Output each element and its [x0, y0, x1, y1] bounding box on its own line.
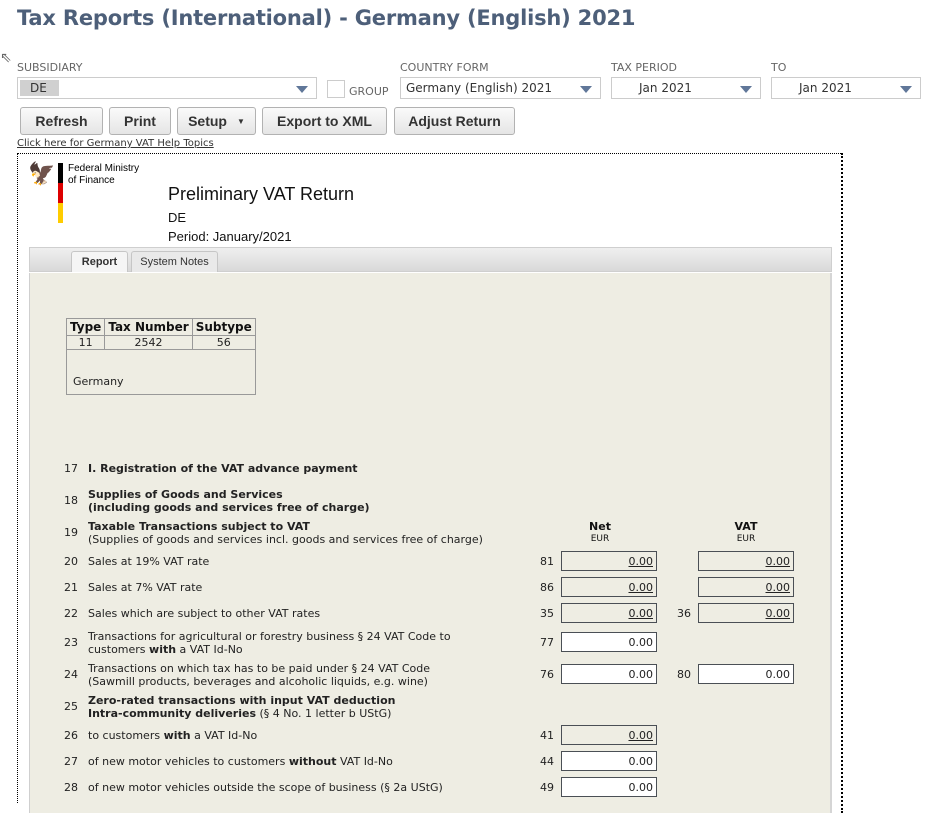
chevron-down-icon — [900, 86, 912, 93]
line-22-net-field[interactable]: 0.00 — [561, 603, 657, 623]
subsidiary-value: DE — [20, 80, 59, 96]
box-number: 77 — [540, 636, 554, 649]
report-subsidiary: DE — [168, 210, 187, 225]
tab-report[interactable]: Report — [71, 251, 128, 272]
adjust-return-button[interactable]: Adjust Return — [394, 107, 515, 135]
page-title: Tax Reports (International) - Germany (E… — [17, 6, 636, 30]
line-28-net-input[interactable]: 0.00 — [561, 777, 657, 797]
box-number: 44 — [540, 755, 554, 768]
line-number: 18 — [64, 494, 78, 507]
line-17-text: I. Registration of the VAT advance payme… — [88, 462, 358, 475]
box-number: 86 — [540, 581, 554, 594]
net-column-header: Net EUR — [589, 520, 611, 544]
line-number: 26 — [64, 729, 78, 742]
box-number: 41 — [540, 729, 554, 742]
chevron-down-icon — [580, 86, 592, 93]
box-number: 81 — [540, 555, 554, 568]
subsidiary-select[interactable]: DE — [17, 77, 317, 99]
caret-down-icon: ▼ — [236, 117, 245, 127]
print-button[interactable]: Print — [109, 107, 171, 135]
vat-column-header: VAT EUR — [734, 520, 758, 544]
line-number: 28 — [64, 781, 78, 794]
tab-system-notes[interactable]: System Notes — [131, 251, 218, 272]
country-form-label: COUNTRY FORM — [400, 61, 489, 74]
box-number: 35 — [540, 607, 554, 620]
line-23-text: Transactions for agricultural or forestr… — [88, 630, 451, 656]
group-label: GROUP — [349, 85, 389, 98]
federal-eagle-icon: 🦅 — [28, 162, 56, 187]
line-number: 19 — [64, 526, 78, 539]
ministry-name: Federal Ministry of Finance — [68, 163, 140, 186]
line-28-text: of new motor vehicles outside the scope … — [88, 781, 443, 794]
help-topics-link[interactable]: Click here for Germany VAT Help Topics — [17, 138, 214, 149]
line-21-net-field[interactable]: 0.00 — [561, 577, 657, 597]
to-period-select[interactable]: Jan 2021 — [771, 77, 921, 99]
line-number: 17 — [64, 462, 78, 475]
tax-number-value: 2542 — [104, 335, 193, 350]
line-19-text: Taxable Transactions subject to VAT (Sup… — [88, 520, 483, 546]
tax-id-table: Type Tax Number Subtype 11 2542 56 Germa… — [65, 318, 256, 395]
german-flag-bar — [58, 163, 63, 223]
line-22-text: Sales which are subject to other VAT rat… — [88, 607, 321, 620]
line-27-text: of new motor vehicles to customers witho… — [88, 755, 393, 768]
line-21-vat-field[interactable]: 0.00 — [698, 577, 794, 597]
refresh-button[interactable]: Refresh — [20, 107, 103, 135]
tax-period-select[interactable]: Jan 2021 — [611, 77, 761, 99]
setup-label: Setup — [188, 113, 227, 129]
tax-number-header: Tax Number — [104, 318, 193, 336]
line-20-text: Sales at 19% VAT rate — [88, 555, 210, 568]
line-26-text: to customers with a VAT Id-No — [88, 729, 258, 742]
line-27-net-input[interactable]: 0.00 — [561, 751, 657, 771]
subtype-header: Subtype — [191, 318, 256, 336]
tax-period-value: Jan 2021 — [639, 81, 692, 95]
group-checkbox[interactable] — [327, 80, 345, 98]
box-number: 76 — [540, 668, 554, 681]
line-20-net-field[interactable]: 0.00 — [561, 551, 657, 571]
line-24-vat-input[interactable]: 0.00 — [698, 664, 794, 684]
subtype-value: 56 — [191, 335, 256, 350]
line-number: 23 — [64, 636, 78, 649]
to-label: TO — [771, 61, 787, 74]
line-22-vat-field[interactable]: 0.00 — [698, 603, 794, 623]
line-24-text: Transactions on which tax has to be paid… — [88, 662, 431, 688]
chevron-down-icon — [740, 86, 752, 93]
line-18-text: Supplies of Goods and Services (includin… — [88, 488, 370, 514]
chevron-down-icon — [296, 86, 308, 93]
line-number: 20 — [64, 555, 78, 568]
line-21-text: Sales at 7% VAT rate — [88, 581, 203, 594]
country-form-value: Germany (English) 2021 — [406, 81, 553, 95]
to-period-value: Jan 2021 — [799, 81, 852, 95]
line-number: 25 — [64, 700, 78, 713]
country-value: Germany — [66, 349, 256, 395]
mouse-cursor-icon: ⇖ — [0, 50, 12, 66]
export-xml-button[interactable]: Export to XML — [262, 107, 387, 135]
line-25-text: Zero-rated transactions with input VAT d… — [88, 694, 396, 720]
line-number: 21 — [64, 581, 78, 594]
setup-button[interactable]: Setup ▼ — [177, 107, 256, 135]
subsidiary-label: SUBSIDIARY — [17, 61, 83, 74]
type-header: Type — [65, 318, 106, 336]
box-number: 49 — [540, 781, 554, 794]
box-number: 36 — [677, 607, 691, 620]
report-title: Preliminary VAT Return — [168, 184, 355, 204]
report-tabs: Report System Notes — [29, 247, 832, 272]
report-period: Period: January/2021 — [168, 229, 292, 244]
tax-period-label: TAX PERIOD — [611, 61, 678, 74]
line-24-net-input[interactable]: 0.00 — [561, 664, 657, 684]
line-26-net-field[interactable]: 0.00 — [561, 725, 657, 745]
line-number: 27 — [64, 755, 78, 768]
line-23-net-input[interactable]: 0.00 — [561, 632, 657, 652]
line-number: 22 — [64, 607, 78, 620]
type-value: 11 — [65, 335, 106, 350]
line-20-vat-field[interactable]: 0.00 — [698, 551, 794, 571]
country-form-select[interactable]: Germany (English) 2021 — [400, 77, 601, 99]
box-number: 80 — [677, 668, 691, 681]
line-number: 24 — [64, 668, 78, 681]
